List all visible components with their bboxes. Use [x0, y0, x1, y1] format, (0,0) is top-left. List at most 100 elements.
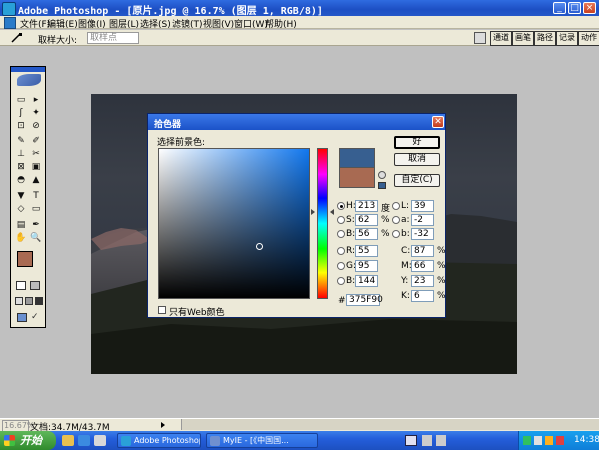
- web-safe-color-icon[interactable]: [378, 182, 386, 189]
- gamut-warning-icon[interactable]: [378, 171, 386, 179]
- red-input[interactable]: 55: [355, 245, 378, 257]
- minimize-button[interactable]: _: [553, 2, 566, 14]
- brightness-input[interactable]: 56: [355, 228, 378, 240]
- brush-tool-icon[interactable]: ✐: [30, 136, 42, 147]
- screen-mode-full-menu-icon[interactable]: [25, 297, 33, 305]
- menu-file[interactable]: 文件(F): [20, 17, 50, 30]
- task-myie[interactable]: MyIE - [《中国国...: [206, 433, 318, 448]
- eyedropper-tool-icon[interactable]: [10, 32, 24, 44]
- ime-extra-icon[interactable]: [422, 435, 432, 446]
- quicklaunch-ie-icon[interactable]: [78, 435, 90, 446]
- dodge-tool-icon[interactable]: ▲: [30, 175, 42, 186]
- magenta-input[interactable]: 66: [411, 260, 434, 272]
- color-field-cursor[interactable]: [256, 243, 263, 250]
- palette-well-icon[interactable]: [474, 32, 486, 44]
- menu-view[interactable]: 视图(V): [203, 17, 234, 30]
- dialog-close-icon[interactable]: ✕: [432, 116, 444, 128]
- jump-to-imageready-icon[interactable]: [17, 313, 27, 322]
- quick-mask-mode-icon[interactable]: [30, 281, 40, 290]
- radio-lab-a[interactable]: [392, 216, 400, 224]
- screen-mode-full-icon[interactable]: [35, 297, 43, 305]
- blue-input[interactable]: 144: [355, 275, 378, 287]
- ok-button[interactable]: 好: [394, 136, 440, 149]
- sample-size-select[interactable]: 取样点: [87, 32, 139, 44]
- toolbox-header[interactable]: [11, 67, 45, 72]
- tab-channels[interactable]: 通道: [490, 31, 512, 46]
- gradient-tool-icon[interactable]: ▣: [30, 162, 42, 173]
- yellow-input[interactable]: 23: [411, 275, 434, 287]
- radio-lab-l[interactable]: [392, 202, 400, 210]
- move-tool-icon[interactable]: ▸: [30, 95, 42, 106]
- zoom-tool-icon[interactable]: 🔍: [30, 233, 42, 244]
- menu-layer[interactable]: 图层(L): [109, 17, 139, 30]
- hue-input[interactable]: 213: [355, 200, 378, 212]
- tab-actions[interactable]: 动作: [578, 31, 599, 46]
- slice-tool-icon[interactable]: ⊘: [30, 121, 42, 132]
- radio-brightness[interactable]: [337, 230, 345, 238]
- radio-hue[interactable]: [337, 202, 345, 210]
- lasso-tool-icon[interactable]: ʃ: [15, 108, 27, 119]
- radio-red[interactable]: [337, 247, 345, 255]
- tray-security-icon[interactable]: [545, 436, 553, 445]
- quicklaunch-desktop-icon[interactable]: [94, 435, 106, 446]
- clock[interactable]: 14:38: [574, 435, 599, 445]
- standard-mode-icon[interactable]: [16, 281, 26, 290]
- blur-tool-icon[interactable]: ◓: [15, 175, 27, 186]
- start-button[interactable]: 开始: [0, 431, 56, 450]
- cyan-input[interactable]: 87: [411, 245, 434, 257]
- quicklaunch-folder-icon[interactable]: [62, 435, 74, 446]
- path-selection-tool-icon[interactable]: ▼: [15, 191, 27, 202]
- menu-edit[interactable]: 编辑(E): [47, 17, 78, 30]
- black-input[interactable]: 6: [411, 290, 434, 302]
- horizontal-scrollbar[interactable]: [181, 419, 599, 430]
- current-color-swatch[interactable]: [339, 168, 375, 188]
- hue-slider[interactable]: [317, 148, 328, 299]
- input-method-icon[interactable]: [405, 435, 417, 446]
- custom-colors-button[interactable]: 自定(C): [394, 174, 440, 187]
- saturation-input[interactable]: 62: [355, 214, 378, 226]
- type-tool-icon[interactable]: T: [30, 191, 42, 202]
- cancel-button[interactable]: 取消: [394, 153, 440, 166]
- lab-a-input[interactable]: -2: [411, 214, 434, 226]
- color-field[interactable]: [158, 148, 310, 299]
- notes-tool-icon[interactable]: ▤: [15, 220, 27, 231]
- lab-l-input[interactable]: 39: [411, 200, 434, 212]
- radio-green[interactable]: [337, 262, 345, 270]
- menu-image[interactable]: 图像(I): [78, 17, 106, 30]
- screen-mode-standard-icon[interactable]: [15, 297, 23, 305]
- marquee-tool-icon[interactable]: ▭: [15, 95, 27, 106]
- tab-history[interactable]: 记录: [556, 31, 578, 46]
- clone-stamp-tool-icon[interactable]: ⊥: [15, 149, 27, 160]
- shape-tool-icon[interactable]: ▭: [30, 204, 42, 215]
- tray-volume-icon[interactable]: [534, 436, 542, 445]
- healing-brush-tool-icon[interactable]: ✎: [15, 136, 27, 147]
- hex-input[interactable]: 375F90: [346, 294, 383, 306]
- tray-app-icon[interactable]: [556, 436, 564, 445]
- close-button[interactable]: ×: [583, 2, 596, 14]
- menu-select[interactable]: 选择(S): [140, 17, 171, 30]
- tray-network-icon[interactable]: [523, 436, 531, 445]
- tab-brushes[interactable]: 画笔: [512, 31, 534, 46]
- pen-tool-icon[interactable]: ◇: [15, 204, 27, 215]
- foreground-color-swatch[interactable]: [17, 251, 33, 267]
- menu-filter[interactable]: 滤镜(T): [172, 17, 203, 30]
- task-photoshop[interactable]: Adobe Photoshop ...: [117, 433, 201, 448]
- imageready-check-icon[interactable]: ✓: [31, 313, 41, 322]
- green-input[interactable]: 95: [355, 260, 378, 272]
- tab-paths[interactable]: 路径: [534, 31, 556, 46]
- magic-wand-tool-icon[interactable]: ✦: [30, 108, 42, 119]
- document-menu-icon[interactable]: [4, 17, 16, 29]
- crop-tool-icon[interactable]: ⊡: [15, 121, 27, 132]
- ime-keyboard-icon[interactable]: [436, 435, 446, 446]
- hue-slider-left-arrow[interactable]: [311, 209, 315, 215]
- maximize-button[interactable]: □: [568, 2, 581, 14]
- radio-blue[interactable]: [337, 277, 345, 285]
- eraser-tool-icon[interactable]: ⊠: [15, 162, 27, 173]
- hue-slider-right-arrow[interactable]: [330, 209, 334, 215]
- menu-help[interactable]: 帮助(H): [265, 17, 297, 30]
- radio-saturation[interactable]: [337, 216, 345, 224]
- hand-tool-icon[interactable]: ✋: [15, 233, 27, 244]
- status-menu-arrow-icon[interactable]: [161, 422, 165, 428]
- lab-b-input[interactable]: -32: [411, 228, 434, 240]
- menu-window[interactable]: 窗口(W): [234, 17, 268, 30]
